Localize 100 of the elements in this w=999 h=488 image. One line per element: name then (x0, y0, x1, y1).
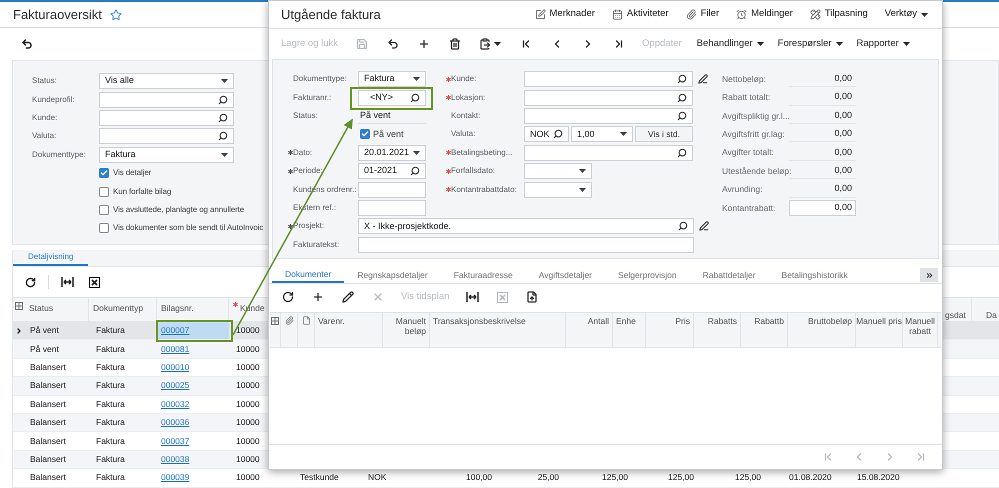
column-header[interactable]: Transaksjonsbeskrivelse (433, 316, 565, 326)
refresh-icon[interactable] (24, 276, 36, 288)
column-header[interactable]: Antall (566, 316, 609, 326)
tab[interactable]: Dokumenter (272, 267, 344, 283)
checkbox[interactable] (99, 168, 109, 178)
action-button[interactable]: Verktøy (884, 7, 928, 22)
document-link[interactable]: 000037 (161, 434, 190, 448)
search-icon[interactable] (677, 110, 687, 121)
table-cell: Balansert (30, 398, 66, 409)
column-header[interactable]: Da (986, 310, 997, 320)
grid-settings-icon[interactable] (15, 302, 23, 310)
input-field[interactable] (358, 200, 426, 216)
column-header[interactable]: Bruttobeløp (788, 316, 852, 326)
tab[interactable]: Detaljvisning (13, 250, 88, 266)
search-icon[interactable] (218, 112, 228, 123)
menu-button[interactable]: Rapporter (850, 36, 917, 52)
refresh-icon[interactable] (282, 291, 294, 303)
column-header[interactable]: Varenr. (318, 316, 382, 326)
document-link[interactable]: 000036 (161, 416, 190, 430)
plus-icon[interactable] (418, 38, 430, 50)
tab[interactable]: Fakturaadresse (440, 267, 526, 283)
pencil-icon[interactable] (698, 74, 708, 84)
search-icon[interactable] (218, 131, 228, 142)
tab[interactable]: Selgerprovisjon (605, 267, 690, 283)
grid-settings-icon[interactable] (271, 317, 279, 325)
column-header[interactable]: Bilagsnr. (161, 302, 194, 315)
checkbox[interactable] (99, 186, 109, 197)
fit-columns-icon[interactable] (60, 277, 74, 287)
trash-icon[interactable] (448, 38, 461, 50)
undo-icon[interactable] (386, 38, 399, 50)
lookup-field[interactable] (99, 110, 234, 126)
search-icon[interactable] (677, 92, 687, 103)
action-button[interactable]: Tilpasning (810, 7, 868, 22)
lookup-field[interactable]: <NY> (358, 90, 426, 106)
tab[interactable]: Regnskapsdetaljer (344, 267, 441, 283)
document-link[interactable]: 000038 (161, 453, 190, 466)
column-header[interactable]: Status (29, 302, 54, 315)
lookup-field[interactable] (99, 92, 234, 108)
tab[interactable]: Betalingshistorikk (768, 267, 861, 283)
search-icon[interactable] (218, 94, 228, 105)
document-link[interactable]: 000032 (161, 398, 190, 411)
input-field[interactable]: 0,00 (789, 200, 856, 216)
date-field[interactable] (524, 182, 592, 198)
dropdown-field[interactable]: 20.01.2021 (358, 144, 426, 161)
undo-icon[interactable] (21, 38, 33, 50)
lookup-field[interactable] (524, 108, 693, 124)
lookup-field[interactable]: X - Ikke-prosjektkode. (358, 218, 694, 234)
action-button[interactable]: Meldinger (736, 7, 793, 22)
favorite-star-icon[interactable] (110, 8, 122, 20)
checkbox[interactable] (99, 223, 109, 234)
search-icon[interactable] (410, 92, 420, 103)
column-header[interactable]: Enhe (616, 316, 645, 326)
search-icon[interactable] (553, 129, 563, 140)
search-icon[interactable] (677, 148, 687, 158)
lookup-field[interactable]: 01-2021 (358, 163, 426, 180)
column-header[interactable]: Pris (646, 316, 690, 326)
column-header[interactable]: Rabattb (741, 316, 784, 326)
checkbox[interactable] (99, 204, 109, 215)
fit-columns-icon[interactable] (466, 292, 479, 302)
pencil-icon[interactable] (699, 221, 709, 232)
column-header[interactable]: Manuell rabatt (903, 316, 937, 336)
pencil-icon[interactable] (342, 291, 354, 303)
lookup-field[interactable]: NOK (524, 126, 569, 142)
column-header[interactable]: Manuelt beløp (383, 316, 426, 336)
document-link[interactable]: 000081 (161, 342, 190, 356)
upload-icon[interactable] (526, 291, 538, 303)
menu-button[interactable]: Forespørsler (770, 36, 850, 52)
action-button[interactable]: Filer (686, 7, 720, 22)
checkbox[interactable] (360, 129, 370, 140)
lookup-field[interactable] (524, 144, 693, 161)
menu-button[interactable]: Behandlinger (690, 36, 771, 52)
convert-button[interactable]: Vis i std. (635, 126, 693, 142)
column-header[interactable]: Manuell pris (856, 316, 902, 326)
date-field[interactable] (524, 163, 592, 180)
search-icon[interactable] (678, 221, 688, 232)
lookup-field[interactable] (524, 71, 693, 88)
clipboard-icon[interactable] (479, 38, 492, 50)
action-button[interactable]: Aktiviteter (612, 7, 669, 22)
column-header[interactable]: Rabatts (694, 316, 737, 326)
excel-export-icon[interactable] (88, 276, 100, 288)
dropdown-field[interactable]: Faktura (99, 146, 234, 163)
dropdown-field[interactable]: Vis alle (99, 73, 234, 90)
input-field[interactable] (358, 182, 426, 198)
dropdown-field[interactable]: Faktura (358, 71, 426, 88)
document-link[interactable]: 000010 (161, 361, 190, 374)
dropdown-field[interactable]: 1,00 (571, 126, 633, 142)
lookup-field[interactable] (524, 90, 693, 106)
column-header[interactable]: gsdat (945, 310, 966, 320)
action-button[interactable]: Merknader (534, 7, 595, 22)
document-link[interactable]: 000025 (161, 379, 190, 392)
search-icon[interactable] (410, 166, 420, 176)
column-header[interactable]: Dokumenttyp (93, 302, 144, 315)
search-icon[interactable] (677, 74, 687, 84)
tab[interactable]: Avgiftsdetaljer (526, 267, 606, 283)
lookup-field[interactable] (99, 128, 234, 144)
plus-icon[interactable] (312, 291, 324, 303)
tab[interactable]: Rabattdetaljer (690, 267, 769, 283)
more-tabs-icon[interactable] (924, 270, 934, 280)
input-field[interactable] (358, 236, 694, 253)
document-link[interactable]: 000039 (161, 471, 190, 484)
